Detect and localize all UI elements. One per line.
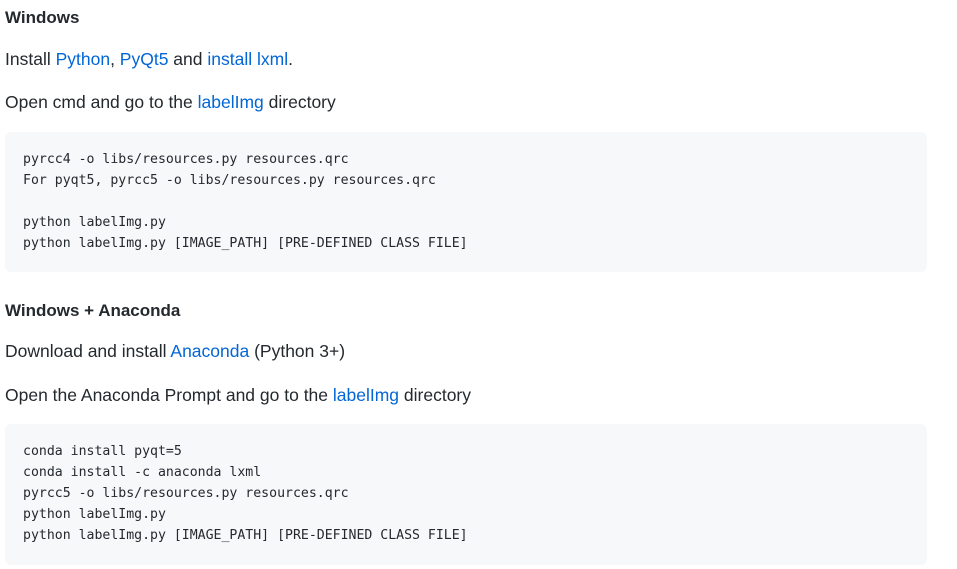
pyqt5-link[interactable]: PyQt5: [120, 49, 169, 69]
period-text: .: [288, 49, 293, 69]
python-link[interactable]: Python: [56, 49, 110, 69]
comma-text: ,: [110, 49, 120, 69]
labelimg-link[interactable]: labelImg: [198, 92, 264, 112]
anaconda-code-block[interactable]: conda install pyqt=5 conda install -c an…: [5, 424, 927, 565]
code-line: pyrcc4 -o libs/resources.py resources.qr…: [23, 152, 349, 167]
anaconda-heading: Windows + Anaconda: [5, 301, 181, 320]
code-line: python labelImg.py: [23, 507, 166, 522]
code-line: python labelImg.py: [23, 215, 166, 230]
code-line: python labelImg.py [IMAGE_PATH] [PRE-DEF…: [23, 528, 468, 543]
open-cmd-suffix-text: directory: [263, 92, 336, 112]
anaconda-open-prompt-paragraph: Open the Anaconda Prompt and go to the l…: [5, 384, 471, 406]
windows-install-paragraph: Install Python, PyQt5 and install lxml.: [5, 48, 293, 70]
code-line: conda install -c anaconda lxml: [23, 465, 262, 480]
anaconda-link[interactable]: Anaconda: [170, 341, 249, 361]
labelimg-link[interactable]: labelImg: [333, 385, 399, 405]
windows-open-cmd-paragraph: Open cmd and go to the labelImg director…: [5, 91, 336, 113]
code-line: pyrcc5 -o libs/resources.py resources.qr…: [23, 486, 349, 501]
open-prompt-suffix-text: directory: [399, 385, 472, 405]
anaconda-download-paragraph: Download and install Anaconda (Python 3+…: [5, 340, 345, 362]
install-lxml-link[interactable]: install lxml: [207, 49, 288, 69]
download-prefix-text: Download and install: [5, 341, 171, 361]
code-line: For pyqt5, pyrcc5 -o libs/resources.py r…: [23, 173, 436, 188]
code-line: conda install pyqt=5: [23, 444, 182, 459]
open-cmd-prefix-text: Open cmd and go to the: [5, 92, 198, 112]
windows-code-block[interactable]: pyrcc4 -o libs/resources.py resources.qr…: [5, 132, 927, 272]
download-suffix-text: (Python 3+): [249, 341, 346, 361]
and-text: and: [168, 49, 208, 69]
code-line: python labelImg.py [IMAGE_PATH] [PRE-DEF…: [23, 236, 468, 251]
open-prompt-prefix-text: Open the Anaconda Prompt and go to the: [5, 385, 333, 405]
windows-heading: Windows: [5, 8, 80, 27]
install-prefix-text: Install: [5, 49, 56, 69]
